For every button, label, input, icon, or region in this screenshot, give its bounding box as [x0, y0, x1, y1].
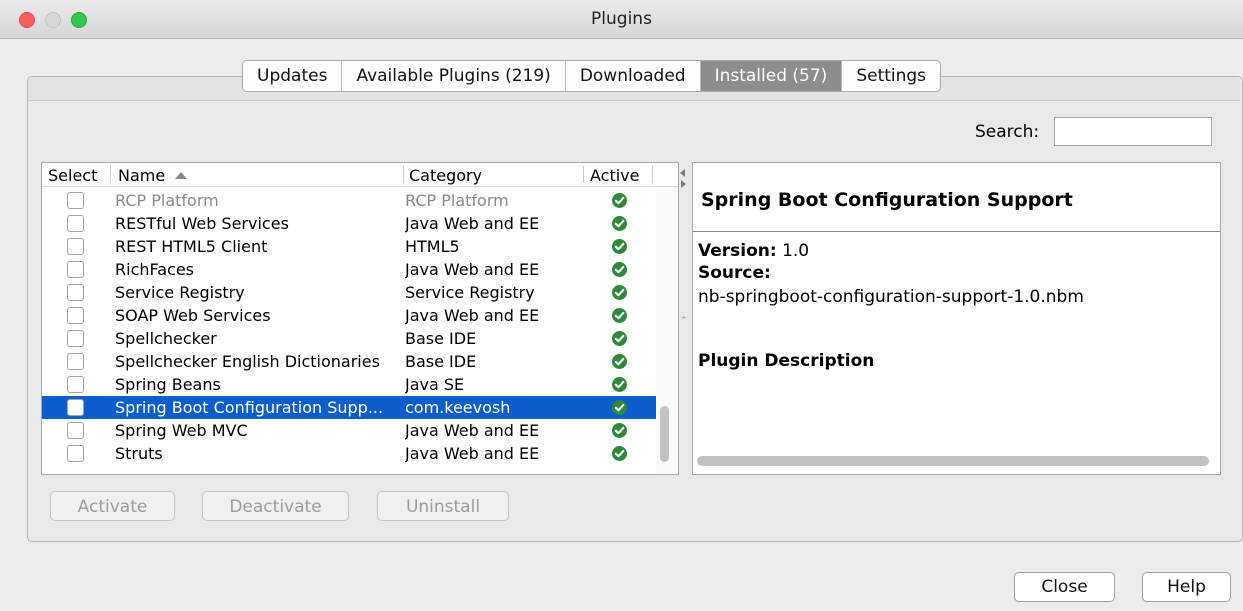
active-check-icon [612, 262, 627, 277]
plugin-category: Service Registry [405, 283, 535, 302]
table-row[interactable]: Spring Web MVC Java Web and EE [42, 419, 656, 442]
select-checkbox[interactable] [67, 353, 84, 370]
plugin-category: RCP Platform [405, 191, 509, 210]
plugin-category: Java Web and EE [405, 421, 540, 440]
collapse-right-icon[interactable] [681, 180, 686, 188]
plugin-name: Spring Boot Configuration Supp... [115, 398, 384, 417]
table-row[interactable]: RCP Platform RCP Platform [42, 189, 656, 212]
active-check-icon [612, 216, 627, 231]
plugin-category: Java Web and EE [405, 214, 540, 233]
splitter-grip-icon: ⌃ [680, 316, 688, 326]
window-title: Plugins [591, 9, 652, 29]
select-checkbox[interactable] [67, 445, 84, 462]
plugin-details-panel: Spring Boot Configuration Support Versio… [692, 162, 1221, 475]
active-check-icon [612, 446, 627, 461]
table-row[interactable]: Spring Beans Java SE [42, 373, 656, 396]
select-checkbox[interactable] [67, 399, 84, 416]
close-button[interactable]: Close [1014, 572, 1115, 602]
table-row[interactable]: RichFaces Java Web and EE [42, 258, 656, 281]
plugin-category: Base IDE [405, 329, 477, 348]
tab-settings[interactable]: Settings [842, 61, 941, 91]
active-check-icon [612, 331, 627, 346]
column-header-active[interactable]: Active [590, 163, 640, 186]
tab-available-plugins[interactable]: Available Plugins (219) [342, 61, 566, 91]
plugin-name: Service Registry [115, 283, 245, 302]
active-check-icon [612, 193, 627, 208]
table-row[interactable]: Service Registry Service Registry [42, 281, 656, 304]
search-label: Search: [975, 122, 1040, 142]
details-divider [693, 231, 1220, 232]
plugin-name: Spellchecker [115, 329, 217, 348]
plugin-category: Java Web and EE [405, 444, 540, 463]
sort-ascending-icon [175, 172, 188, 179]
active-check-icon [612, 400, 627, 415]
table-row[interactable]: Struts Java Web and EE [42, 442, 656, 465]
plugin-name: RCP Platform [115, 191, 219, 210]
plugin-name: Spring Beans [115, 375, 221, 394]
plugin-name: Struts [115, 444, 163, 463]
help-button[interactable]: Help [1142, 572, 1231, 602]
tab-downloaded[interactable]: Downloaded [565, 61, 701, 91]
plugins-table: Select Name Category Active RCP Platform… [41, 162, 679, 475]
active-check-icon [612, 354, 627, 369]
column-header-select[interactable]: Select [48, 163, 97, 186]
uninstall-button[interactable]: Uninstall [377, 491, 509, 521]
select-checkbox[interactable] [67, 330, 84, 347]
plugin-description-heading: Plugin Description [698, 351, 875, 371]
plugin-name: RichFaces [115, 260, 195, 279]
plugin-category: Java Web and EE [405, 306, 540, 325]
source-value: nb-springboot-configuration-support-1.0.… [698, 287, 1084, 307]
table-row[interactable]: RESTful Web Services Java Web and EE [42, 212, 656, 235]
activate-button[interactable]: Activate [50, 491, 175, 521]
plugin-category: Java SE [405, 375, 465, 394]
active-check-icon [612, 239, 627, 254]
table-header: Select Name Category Active [42, 163, 678, 187]
active-check-icon [612, 285, 627, 300]
table-row[interactable]: SOAP Web Services Java Web and EE [42, 304, 656, 327]
plugin-category: Java Web and EE [405, 260, 540, 279]
table-row[interactable]: Spring Boot Configuration Supp... com.kee… [42, 396, 656, 419]
select-checkbox[interactable] [67, 422, 84, 439]
select-checkbox[interactable] [67, 307, 84, 324]
table-row[interactable]: REST HTML5 Client HTML5 [42, 235, 656, 258]
select-checkbox[interactable] [67, 238, 84, 255]
column-header-category[interactable]: Category [409, 163, 482, 186]
tab-bar: Updates Available Plugins (219) Download… [242, 60, 942, 92]
active-check-icon [612, 423, 627, 438]
collapse-left-icon[interactable] [680, 169, 685, 177]
select-checkbox[interactable] [67, 192, 84, 209]
source-label: Source: [698, 263, 771, 283]
table-row[interactable]: Spellchecker Base IDE [42, 327, 656, 350]
plugin-name: SOAP Web Services [115, 306, 271, 325]
select-checkbox[interactable] [67, 376, 84, 393]
tab-updates[interactable]: Updates [243, 61, 343, 91]
plugin-category: HTML5 [405, 237, 460, 256]
active-check-icon [612, 308, 627, 323]
active-check-icon [612, 377, 627, 392]
title-bar: Plugins [0, 0, 1243, 39]
details-horizontal-scrollbar[interactable] [697, 456, 1209, 466]
plugin-category: Base IDE [405, 352, 477, 371]
tab-installed[interactable]: Installed (57) [700, 61, 843, 91]
select-checkbox[interactable] [67, 284, 84, 301]
deactivate-button[interactable]: Deactivate [202, 491, 349, 521]
version-value: 1.0 [782, 241, 810, 261]
table-scroll-thumb[interactable] [660, 406, 669, 462]
plugin-title: Spring Boot Configuration Support [701, 189, 1073, 211]
plugin-name: Spellchecker English Dictionaries [115, 352, 380, 371]
select-checkbox[interactable] [67, 215, 84, 232]
plugin-name: REST HTML5 Client [115, 237, 268, 256]
plugin-name: Spring Web MVC [115, 421, 248, 440]
plugin-category: com.keevosh [405, 398, 511, 417]
column-header-name[interactable]: Name [118, 163, 188, 186]
search-input[interactable] [1054, 117, 1212, 146]
plugin-name: RESTful Web Services [115, 214, 289, 233]
select-checkbox[interactable] [67, 261, 84, 278]
table-row[interactable]: Spellchecker English Dictionaries Base ID… [42, 350, 656, 373]
version-line: Version: 1.0 [698, 241, 810, 261]
